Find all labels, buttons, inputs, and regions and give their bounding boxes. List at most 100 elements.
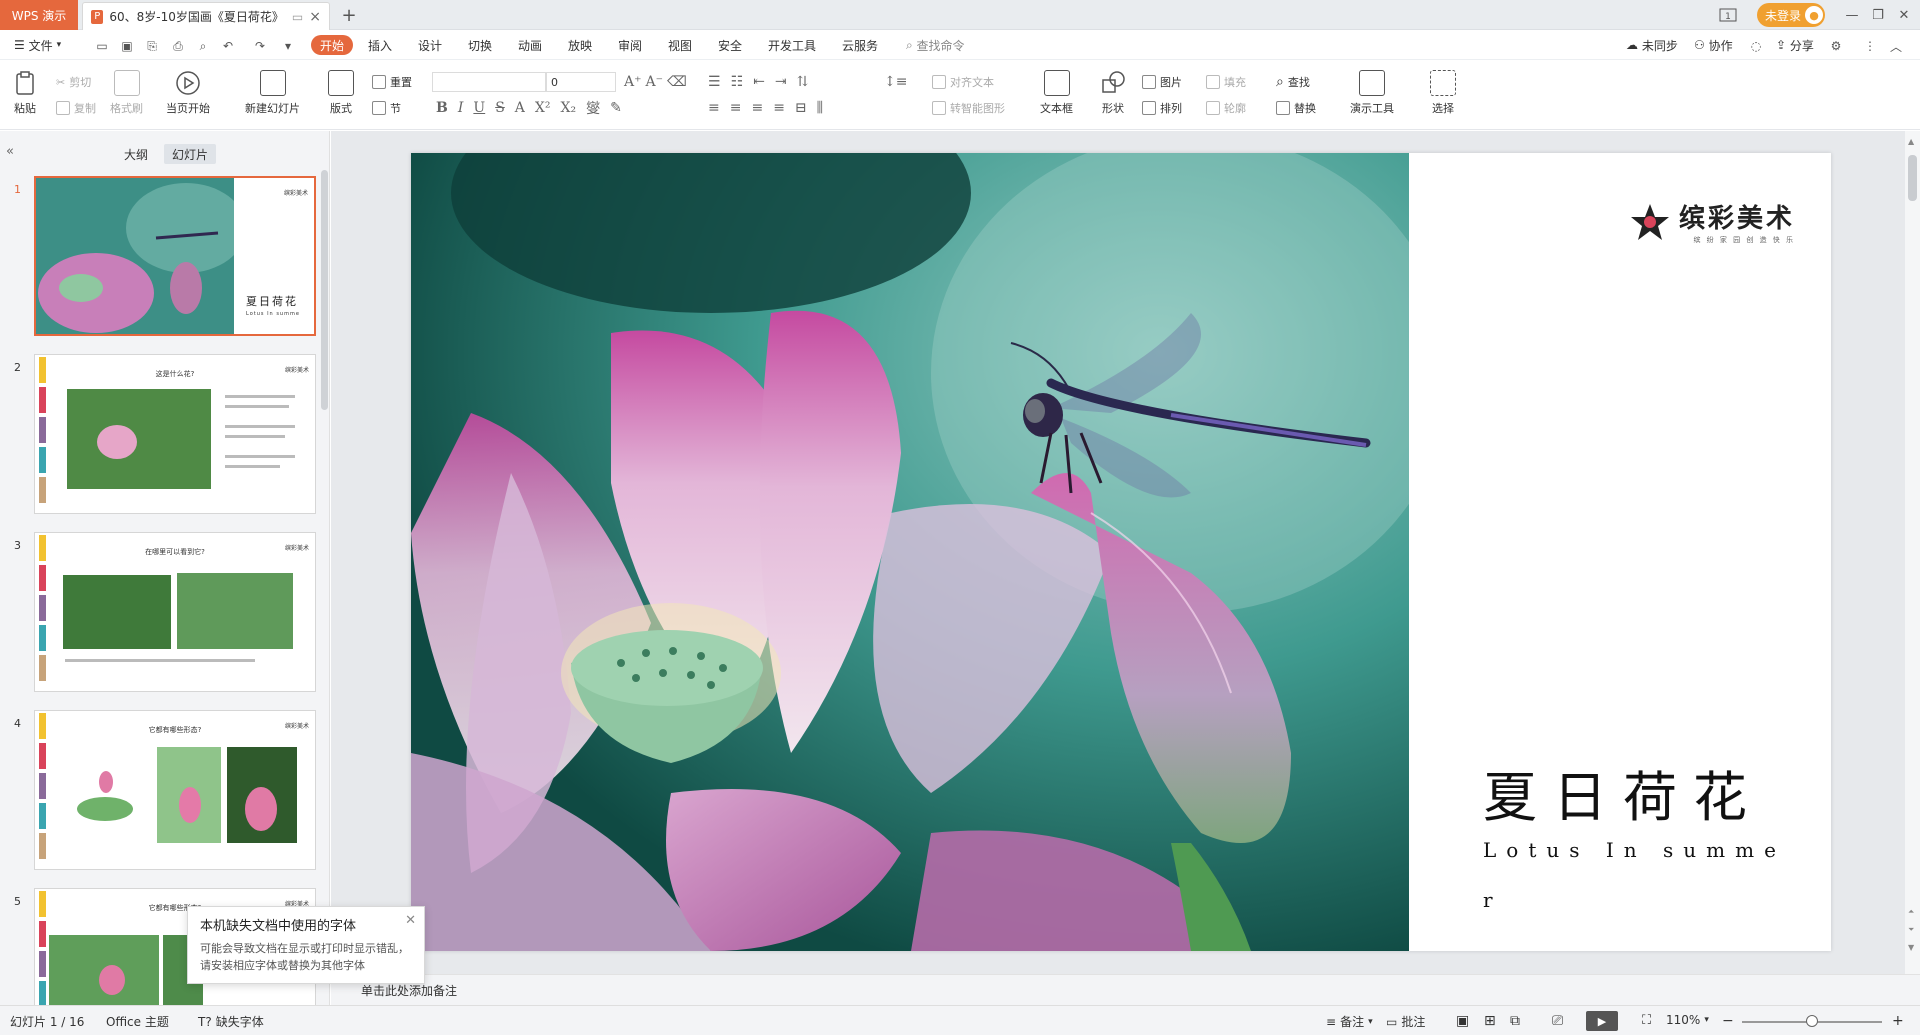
align-text-button[interactable]: 对齐文本 bbox=[932, 74, 994, 90]
menu-tab-transition[interactable]: 切换 bbox=[468, 35, 492, 55]
zoom-slider-handle[interactable] bbox=[1806, 1015, 1818, 1027]
replace-button[interactable]: 替换 bbox=[1276, 100, 1316, 116]
new-slide-button[interactable]: 新建幻灯片 bbox=[245, 70, 300, 116]
redo-icon[interactable]: ↷ bbox=[252, 38, 268, 54]
text-box-button[interactable]: 文本框 bbox=[1040, 70, 1073, 116]
close-window-icon[interactable]: ✕ bbox=[1892, 4, 1916, 26]
picture-button[interactable]: 图片 bbox=[1142, 74, 1182, 90]
share-button[interactable]: ⇪ 分享 bbox=[1776, 35, 1814, 55]
undo-icon[interactable]: ↶ bbox=[220, 38, 236, 54]
save-icon[interactable]: ▣ bbox=[119, 38, 135, 54]
print-preview-icon[interactable]: ⌕ bbox=[195, 38, 211, 54]
zoom-level[interactable]: 110% ▾ bbox=[1666, 1013, 1709, 1027]
start-from-current-button[interactable]: 当页开始 bbox=[166, 70, 210, 116]
copy-button[interactable]: 复制 bbox=[56, 100, 96, 116]
workspace-icon[interactable]: 1 bbox=[1716, 4, 1740, 26]
menu-tab-insert[interactable]: 插入 bbox=[368, 35, 392, 55]
settings-gear-icon[interactable]: ⚙ bbox=[1828, 38, 1844, 54]
line-spacing-button[interactable]: ↕≡ bbox=[884, 74, 907, 90]
cut-button[interactable]: ✂ 剪切 bbox=[56, 74, 91, 90]
slide-subtitle[interactable]: Lotus In summe bbox=[1483, 838, 1786, 862]
scrollbar-thumb[interactable] bbox=[1908, 155, 1917, 201]
missing-font-button[interactable]: T? 缺失字体 bbox=[198, 1013, 264, 1030]
paragraph-list-group[interactable]: ☰ ☷ ⇤ ⇥ ⇅ bbox=[708, 74, 808, 90]
new-tab-plus-icon[interactable]: + bbox=[338, 4, 360, 26]
reading-view-icon[interactable]: ⧉ bbox=[1510, 1013, 1520, 1029]
presenter-camera-icon[interactable]: ⎚ bbox=[1552, 1013, 1563, 1029]
menu-tab-view[interactable]: 视图 bbox=[668, 35, 692, 55]
wps-app-tab[interactable]: WPS 演示 bbox=[0, 0, 78, 30]
collaborate-button[interactable]: ⚇ 协作 bbox=[1694, 35, 1733, 55]
collapse-panel-icon[interactable]: « bbox=[6, 144, 14, 159]
select-button[interactable]: 选择 bbox=[1430, 70, 1456, 116]
menu-tab-security[interactable]: 安全 bbox=[718, 35, 742, 55]
layout-button[interactable]: 版式 bbox=[328, 70, 354, 116]
menu-tab-developer[interactable]: 开发工具 bbox=[768, 35, 816, 55]
font-name-combobox[interactable] bbox=[432, 72, 546, 92]
normal-view-icon[interactable]: ▣ bbox=[1456, 1013, 1469, 1029]
format-painter-button[interactable]: 格式刷 bbox=[110, 70, 143, 116]
previous-slide-icon[interactable]: ⏶ bbox=[1908, 907, 1914, 917]
smart-shape-button[interactable]: 转智能图形 bbox=[932, 100, 1005, 116]
font-size-combobox[interactable]: 0 bbox=[546, 72, 616, 92]
paragraph-align-group[interactable]: ≡ ≡ ≡ ≡ ⊟ ⫼ bbox=[708, 100, 823, 116]
restore-icon[interactable]: ❐ bbox=[1866, 4, 1890, 26]
slide-panel-scrollbar[interactable] bbox=[321, 170, 328, 410]
shape-button[interactable]: 形状 bbox=[1100, 70, 1126, 116]
comment-bubble-icon[interactable]: ◌ bbox=[1748, 38, 1764, 54]
open-folder-icon[interactable]: ▭ bbox=[94, 38, 110, 54]
next-slide-icon[interactable]: ⏷ bbox=[1908, 925, 1914, 935]
section-button[interactable]: 节 bbox=[372, 100, 401, 116]
arrange-button[interactable]: 排列 bbox=[1142, 100, 1182, 116]
sync-status[interactable]: ☁ 未同步 bbox=[1626, 35, 1678, 55]
presenter-tools-button[interactable]: 演示工具 bbox=[1350, 70, 1394, 116]
scroll-up-icon[interactable]: ▲ bbox=[1908, 137, 1914, 146]
command-search[interactable]: ⌕ 查找命令 bbox=[906, 35, 965, 55]
slide-thumbnail-1[interactable]: 缤彩美术 夏日荷花 Lotus In summe bbox=[34, 176, 316, 336]
slide-title[interactable]: 夏日荷花 bbox=[1483, 753, 1763, 832]
more-options-icon[interactable]: ⋮ bbox=[1862, 38, 1878, 54]
comments-button[interactable]: ▭ 批注 bbox=[1386, 1013, 1425, 1030]
menu-tab-slideshow[interactable]: 放映 bbox=[568, 35, 592, 55]
zoom-out-icon[interactable]: − bbox=[1722, 1013, 1734, 1029]
fill-button[interactable]: 填充 bbox=[1206, 74, 1246, 90]
export-pdf-icon[interactable]: ⎘ bbox=[144, 38, 160, 54]
play-slideshow-icon[interactable]: ▶ bbox=[1586, 1011, 1618, 1031]
slide-thumbnail-4[interactable]: 它都有哪些形态? 缤彩美术 bbox=[34, 710, 316, 870]
font-style-group[interactable]: B I U S A X² X₂ 燮 ✎ bbox=[436, 98, 622, 118]
quick-access-dropdown-icon[interactable]: ▾ bbox=[280, 38, 296, 54]
menu-tab-review[interactable]: 审阅 bbox=[618, 35, 642, 55]
canvas-vertical-scrollbar[interactable]: ▲ ⏶ ⏷ ▼ bbox=[1905, 131, 1920, 974]
tab-close-icon[interactable]: × bbox=[309, 9, 321, 25]
outline-tab[interactable]: 大纲 bbox=[112, 144, 160, 164]
collapse-ribbon-icon[interactable]: ︿ bbox=[1888, 38, 1904, 54]
document-tab[interactable]: P 60、8岁-10岁国画《夏日荷花》 ▭ × bbox=[82, 2, 330, 30]
login-button[interactable]: 未登录 ● bbox=[1757, 3, 1825, 27]
font-size-adjust-group[interactable]: A⁺ A⁻ ⌫ bbox=[624, 74, 687, 90]
menu-tab-design[interactable]: 设计 bbox=[418, 35, 442, 55]
slide-thumbnail-3[interactable]: 在哪里可以看到它? 缤彩美术 bbox=[34, 532, 316, 692]
scroll-down-icon[interactable]: ▼ bbox=[1908, 943, 1914, 952]
menu-tab-home[interactable]: 开始 bbox=[311, 35, 354, 55]
find-button[interactable]: ⌕ 查找 bbox=[1276, 74, 1310, 90]
menu-tab-cloud[interactable]: 云服务 bbox=[842, 35, 878, 55]
notes-toggle-button[interactable]: ≡ 备注 ▾ bbox=[1326, 1013, 1373, 1030]
zoom-in-icon[interactable]: + bbox=[1892, 1013, 1904, 1029]
minimize-icon[interactable]: — bbox=[1840, 4, 1864, 26]
menu-tab-animation[interactable]: 动画 bbox=[518, 35, 542, 55]
slides-tab[interactable]: 幻灯片 bbox=[164, 144, 216, 164]
outline-button[interactable]: 轮廓 bbox=[1206, 100, 1246, 116]
slide-thumbnail-2[interactable]: 这是什么花? 缤彩美术 bbox=[34, 354, 316, 514]
current-slide[interactable]: 缤彩美术 缤 纷 家 园 创 造 快 乐 夏日荷花 Lotus In summe… bbox=[411, 153, 1831, 951]
popup-close-icon[interactable]: ✕ bbox=[405, 913, 416, 928]
reset-button[interactable]: 重置 bbox=[372, 74, 412, 90]
slide-subtitle-wrap[interactable]: r bbox=[1483, 888, 1493, 912]
fit-window-icon[interactable]: ⛶ bbox=[1642, 1013, 1651, 1028]
slide-sorter-view-icon[interactable]: ⊞ bbox=[1484, 1013, 1496, 1029]
notes-pane[interactable]: 单击此处添加备注 bbox=[331, 974, 1920, 1005]
theme-name[interactable]: Office 主题 bbox=[106, 1013, 169, 1030]
print-icon[interactable]: ⎙ bbox=[170, 38, 186, 54]
paste-button[interactable]: 粘贴 bbox=[12, 70, 38, 116]
tab-pin-icon[interactable]: ▭ bbox=[292, 10, 303, 24]
file-menu[interactable]: ☰ 文件 ▾ bbox=[14, 35, 61, 55]
